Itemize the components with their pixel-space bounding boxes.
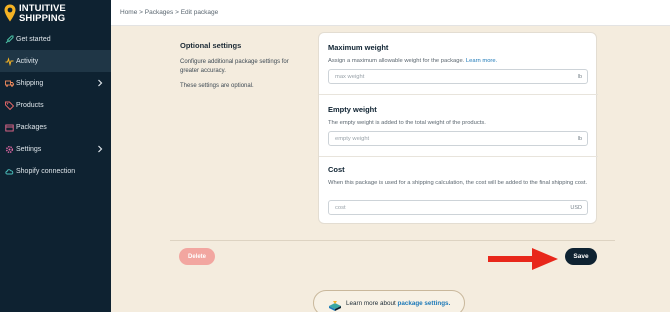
sidebar: INTUITIVE SHIPPING Get started Activity … [0, 0, 111, 312]
max-weight-help-text: Assign a maximum allowable weight for th… [328, 58, 465, 64]
top-bar: Home > Packages > Edit package [111, 0, 670, 26]
save-button[interactable]: Save [565, 248, 597, 265]
optional-settings-card: Maximum weight Assign a maximum allowabl… [318, 32, 598, 224]
max-weight-field[interactable]: lb [328, 69, 588, 84]
max-weight-title: Maximum weight [328, 43, 389, 52]
package-illustration-icon [328, 298, 342, 311]
box-icon [5, 123, 14, 132]
cost-field[interactable]: USD [328, 200, 588, 215]
empty-weight-unit: lb [577, 136, 582, 142]
sidebar-item-label: Settings [16, 145, 42, 153]
learn-more-text: Learn more about package settings. [346, 300, 450, 307]
cost-input[interactable] [335, 203, 555, 213]
cost-section: Cost When this package is used for a shi… [319, 157, 598, 223]
sidebar-item-products[interactable]: Products [0, 94, 111, 116]
optional-settings-title: Optional settings [180, 41, 242, 50]
sidebar-item-packages[interactable]: Packages [0, 116, 111, 138]
sidebar-item-label: Products [16, 101, 44, 109]
learn-more-link[interactable]: Learn more. [466, 58, 497, 64]
learn-more-prefix: Learn more about [346, 299, 396, 307]
empty-weight-section: Empty weight The empty weight is added t… [319, 95, 598, 157]
cost-title: Cost [328, 165, 345, 174]
optional-settings-description: Configure additional package settings fo… [180, 59, 289, 74]
gear-icon [5, 145, 14, 154]
cloud-icon [5, 167, 14, 176]
actions-divider [170, 240, 615, 241]
sidebar-item-label: Shipping [16, 79, 44, 87]
brand-line-2: SHIPPING [19, 12, 66, 24]
delete-button[interactable]: Delete [179, 248, 215, 265]
max-weight-unit: lb [577, 74, 582, 80]
empty-weight-field[interactable]: lb [328, 131, 588, 146]
sidebar-item-shipping[interactable]: Shipping [0, 72, 111, 94]
cost-unit: USD [570, 205, 582, 211]
sidebar-item-label: Activity [16, 57, 39, 65]
cost-help: When this package is used for a shipping… [328, 180, 588, 186]
activity-icon [5, 56, 14, 66]
sidebar-item-label: Get started [16, 35, 51, 43]
empty-weight-title: Empty weight [328, 105, 377, 114]
brand-logo[interactable]: INTUITIVE SHIPPING [4, 4, 66, 26]
chevron-right-icon [96, 79, 104, 87]
breadcrumb[interactable]: Home > Packages > Edit package [120, 9, 218, 16]
sidebar-item-activity[interactable]: Activity [0, 50, 111, 72]
chevron-right-icon [96, 145, 104, 153]
max-weight-input[interactable] [335, 72, 555, 82]
sidebar-item-settings[interactable]: Settings [0, 138, 111, 160]
location-pin-icon [4, 4, 16, 22]
empty-weight-help: The empty weight is added to the total w… [328, 120, 486, 126]
sidebar-item-shopify-connection[interactable]: Shopify connection [0, 160, 111, 182]
sidebar-item-get-started[interactable]: Get started [0, 28, 111, 50]
empty-weight-input[interactable] [335, 134, 555, 144]
sidebar-item-label: Shopify connection [16, 167, 76, 175]
tag-icon [5, 101, 14, 110]
max-weight-section: Maximum weight Assign a maximum allowabl… [319, 33, 598, 95]
package-settings-link[interactable]: package settings. [397, 300, 450, 307]
rocket-icon [5, 35, 14, 44]
brand-name: INTUITIVE SHIPPING [19, 4, 66, 23]
max-weight-help: Assign a maximum allowable weight for th… [328, 57, 590, 66]
optional-settings-note: These settings are optional. [180, 83, 254, 89]
sidebar-nav: Get started Activity Shipping Products P… [0, 28, 111, 182]
truck-icon [5, 79, 14, 88]
red-arrow-annotation [488, 248, 558, 270]
sidebar-item-label: Packages [16, 123, 47, 131]
learn-more-banner[interactable]: Learn more about package settings. [313, 290, 465, 312]
